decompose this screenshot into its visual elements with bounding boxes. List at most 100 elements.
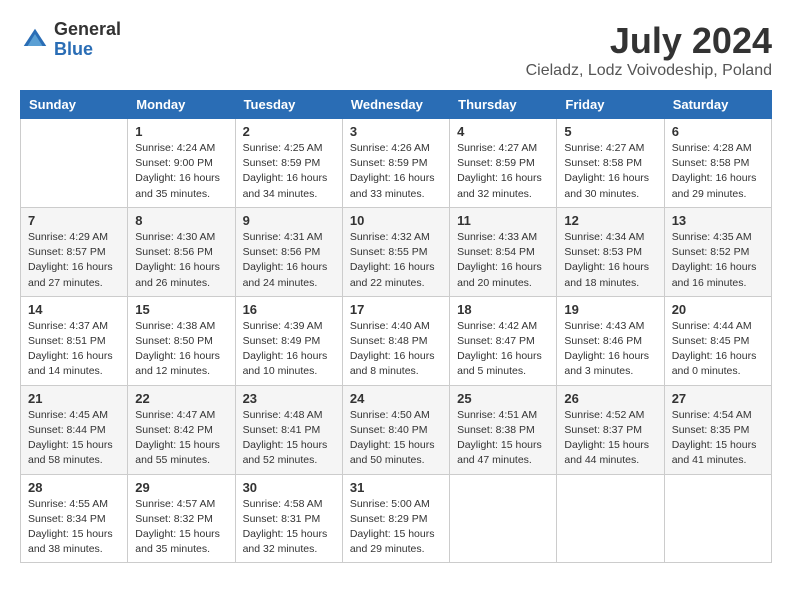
- day-number: 10: [350, 213, 442, 228]
- day-number: 28: [28, 480, 120, 495]
- calendar-cell: 17Sunrise: 4:40 AMSunset: 8:48 PMDayligh…: [342, 296, 449, 385]
- calendar-cell: 19 Sunrise: 4:43 AMSunset: 8:46 PMDayligh…: [557, 296, 664, 385]
- day-info: Sunrise: 4:45 AMSunset: 8:44 PMDaylight:…: [28, 408, 120, 469]
- calendar-cell: [664, 474, 771, 563]
- day-info: Sunrise: 4:27 AMSunset: 8:58 PMDaylight:…: [564, 141, 656, 202]
- location-title: Cieladz, Lodz Voivodeship, Poland: [526, 62, 772, 80]
- day-number: 21: [28, 391, 120, 406]
- calendar-table: SundayMondayTuesdayWednesdayThursdayFrid…: [20, 90, 772, 563]
- day-info: Sunrise: 4:55 AMSunset: 8:34 PMDaylight:…: [28, 497, 120, 558]
- day-info: Sunrise: 4:30 AMSunset: 8:56 PMDaylight:…: [135, 230, 227, 291]
- day-number: 3: [350, 124, 442, 139]
- day-info: Sunrise: 4:32 AMSunset: 8:55 PMDaylight:…: [350, 230, 442, 291]
- calendar-cell: 22 Sunrise: 4:47 AMSunset: 8:42 PMDayligh…: [128, 385, 235, 474]
- calendar-cell: 29 Sunrise: 4:57 AMSunset: 8:32 PMDayligh…: [128, 474, 235, 563]
- day-info: Sunrise: 4:42 AMSunset: 8:47 PMDaylight:…: [457, 319, 549, 380]
- day-info: Sunrise: 5:00 AMSunset: 8:29 PMDaylight:…: [350, 497, 442, 558]
- weekday-header-saturday: Saturday: [664, 91, 771, 119]
- logo-text: General Blue: [54, 20, 121, 60]
- day-number: 5: [564, 124, 656, 139]
- weekday-header-wednesday: Wednesday: [342, 91, 449, 119]
- calendar-cell: [450, 474, 557, 563]
- day-number: 19: [564, 302, 656, 317]
- calendar-cell: 5 Sunrise: 4:27 AMSunset: 8:58 PMDaylight…: [557, 119, 664, 208]
- day-number: 30: [243, 480, 335, 495]
- day-info: Sunrise: 4:24 AMSunset: 9:00 PMDaylight:…: [135, 141, 227, 202]
- day-number: 2: [243, 124, 335, 139]
- day-info: Sunrise: 4:38 AMSunset: 8:50 PMDaylight:…: [135, 319, 227, 380]
- calendar-cell: 7 Sunrise: 4:29 AMSunset: 8:57 PMDaylight…: [21, 207, 128, 296]
- calendar-cell: 16Sunrise: 4:39 AMSunset: 8:49 PMDayligh…: [235, 296, 342, 385]
- calendar-cell: 30 Sunrise: 4:58 AMSunset: 8:31 PMDayligh…: [235, 474, 342, 563]
- calendar-cell: 10 Sunrise: 4:32 AMSunset: 8:55 PMDayligh…: [342, 207, 449, 296]
- calendar-cell: 13Sunrise: 4:35 AMSunset: 8:52 PMDayligh…: [664, 207, 771, 296]
- day-number: 24: [350, 391, 442, 406]
- calendar-body: 1 Sunrise: 4:24 AMSunset: 9:00 PMDaylight…: [21, 119, 772, 563]
- calendar-cell: 8 Sunrise: 4:30 AMSunset: 8:56 PMDaylight…: [128, 207, 235, 296]
- day-info: Sunrise: 4:34 AMSunset: 8:53 PMDaylight:…: [564, 230, 656, 291]
- day-number: 29: [135, 480, 227, 495]
- day-info: Sunrise: 4:40 AMSunset: 8:48 PMDaylight:…: [350, 319, 442, 380]
- calendar-cell: 12 Sunrise: 4:34 AMSunset: 8:53 PMDayligh…: [557, 207, 664, 296]
- calendar-cell: 25 Sunrise: 4:51 AMSunset: 8:38 PMDayligh…: [450, 385, 557, 474]
- day-info: Sunrise: 4:51 AMSunset: 8:38 PMDaylight:…: [457, 408, 549, 469]
- calendar-cell: [21, 119, 128, 208]
- calendar-cell: 24 Sunrise: 4:50 AMSunset: 8:40 PMDayligh…: [342, 385, 449, 474]
- week-row-3: 14 Sunrise: 4:37 AMSunset: 8:51 PMDayligh…: [21, 296, 772, 385]
- day-info: Sunrise: 4:26 AMSunset: 8:59 PMDaylight:…: [350, 141, 442, 202]
- calendar-cell: 23Sunrise: 4:48 AMSunset: 8:41 PMDayligh…: [235, 385, 342, 474]
- day-number: 12: [564, 213, 656, 228]
- day-number: 6: [672, 124, 764, 139]
- calendar-cell: 4Sunrise: 4:27 AMSunset: 8:59 PMDaylight…: [450, 119, 557, 208]
- header: General Blue July 2024 Cieladz, Lodz Voi…: [20, 20, 772, 80]
- day-number: 27: [672, 391, 764, 406]
- calendar-cell: 20Sunrise: 4:44 AMSunset: 8:45 PMDayligh…: [664, 296, 771, 385]
- week-row-4: 21 Sunrise: 4:45 AMSunset: 8:44 PMDayligh…: [21, 385, 772, 474]
- weekday-header-thursday: Thursday: [450, 91, 557, 119]
- weekday-header-row: SundayMondayTuesdayWednesdayThursdayFrid…: [21, 91, 772, 119]
- day-info: Sunrise: 4:47 AMSunset: 8:42 PMDaylight:…: [135, 408, 227, 469]
- day-info: Sunrise: 4:43 AMSunset: 8:46 PMDaylight:…: [564, 319, 656, 380]
- calendar-cell: 15Sunrise: 4:38 AMSunset: 8:50 PMDayligh…: [128, 296, 235, 385]
- day-info: Sunrise: 4:29 AMSunset: 8:57 PMDaylight:…: [28, 230, 120, 291]
- day-info: Sunrise: 4:39 AMSunset: 8:49 PMDaylight:…: [243, 319, 335, 380]
- calendar-cell: 6 Sunrise: 4:28 AMSunset: 8:58 PMDaylight…: [664, 119, 771, 208]
- week-row-5: 28 Sunrise: 4:55 AMSunset: 8:34 PMDayligh…: [21, 474, 772, 563]
- logo-general: General: [54, 20, 121, 40]
- calendar-cell: 31 Sunrise: 5:00 AMSunset: 8:29 PMDayligh…: [342, 474, 449, 563]
- calendar-cell: [557, 474, 664, 563]
- day-info: Sunrise: 4:58 AMSunset: 8:31 PMDaylight:…: [243, 497, 335, 558]
- day-number: 9: [243, 213, 335, 228]
- month-title: July 2024: [526, 20, 772, 62]
- day-info: Sunrise: 4:37 AMSunset: 8:51 PMDaylight:…: [28, 319, 120, 380]
- day-info: Sunrise: 4:50 AMSunset: 8:40 PMDaylight:…: [350, 408, 442, 469]
- day-number: 25: [457, 391, 549, 406]
- day-number: 31: [350, 480, 442, 495]
- day-info: Sunrise: 4:28 AMSunset: 8:58 PMDaylight:…: [672, 141, 764, 202]
- day-info: Sunrise: 4:33 AMSunset: 8:54 PMDaylight:…: [457, 230, 549, 291]
- day-number: 23: [243, 391, 335, 406]
- weekday-header-monday: Monday: [128, 91, 235, 119]
- day-number: 14: [28, 302, 120, 317]
- day-info: Sunrise: 4:52 AMSunset: 8:37 PMDaylight:…: [564, 408, 656, 469]
- day-number: 7: [28, 213, 120, 228]
- logo: General Blue: [20, 20, 121, 60]
- weekday-header-sunday: Sunday: [21, 91, 128, 119]
- day-number: 26: [564, 391, 656, 406]
- weekday-header-friday: Friday: [557, 91, 664, 119]
- day-info: Sunrise: 4:27 AMSunset: 8:59 PMDaylight:…: [457, 141, 549, 202]
- calendar-cell: 3 Sunrise: 4:26 AMSunset: 8:59 PMDaylight…: [342, 119, 449, 208]
- calendar-cell: 14 Sunrise: 4:37 AMSunset: 8:51 PMDayligh…: [21, 296, 128, 385]
- calendar-cell: 2Sunrise: 4:25 AMSunset: 8:59 PMDaylight…: [235, 119, 342, 208]
- logo-blue: Blue: [54, 40, 121, 60]
- day-number: 1: [135, 124, 227, 139]
- day-number: 22: [135, 391, 227, 406]
- day-number: 18: [457, 302, 549, 317]
- day-info: Sunrise: 4:44 AMSunset: 8:45 PMDaylight:…: [672, 319, 764, 380]
- week-row-1: 1 Sunrise: 4:24 AMSunset: 9:00 PMDaylight…: [21, 119, 772, 208]
- day-info: Sunrise: 4:54 AMSunset: 8:35 PMDaylight:…: [672, 408, 764, 469]
- calendar-cell: 9Sunrise: 4:31 AMSunset: 8:56 PMDaylight…: [235, 207, 342, 296]
- day-number: 8: [135, 213, 227, 228]
- day-info: Sunrise: 4:57 AMSunset: 8:32 PMDaylight:…: [135, 497, 227, 558]
- calendar-cell: 27 Sunrise: 4:54 AMSunset: 8:35 PMDayligh…: [664, 385, 771, 474]
